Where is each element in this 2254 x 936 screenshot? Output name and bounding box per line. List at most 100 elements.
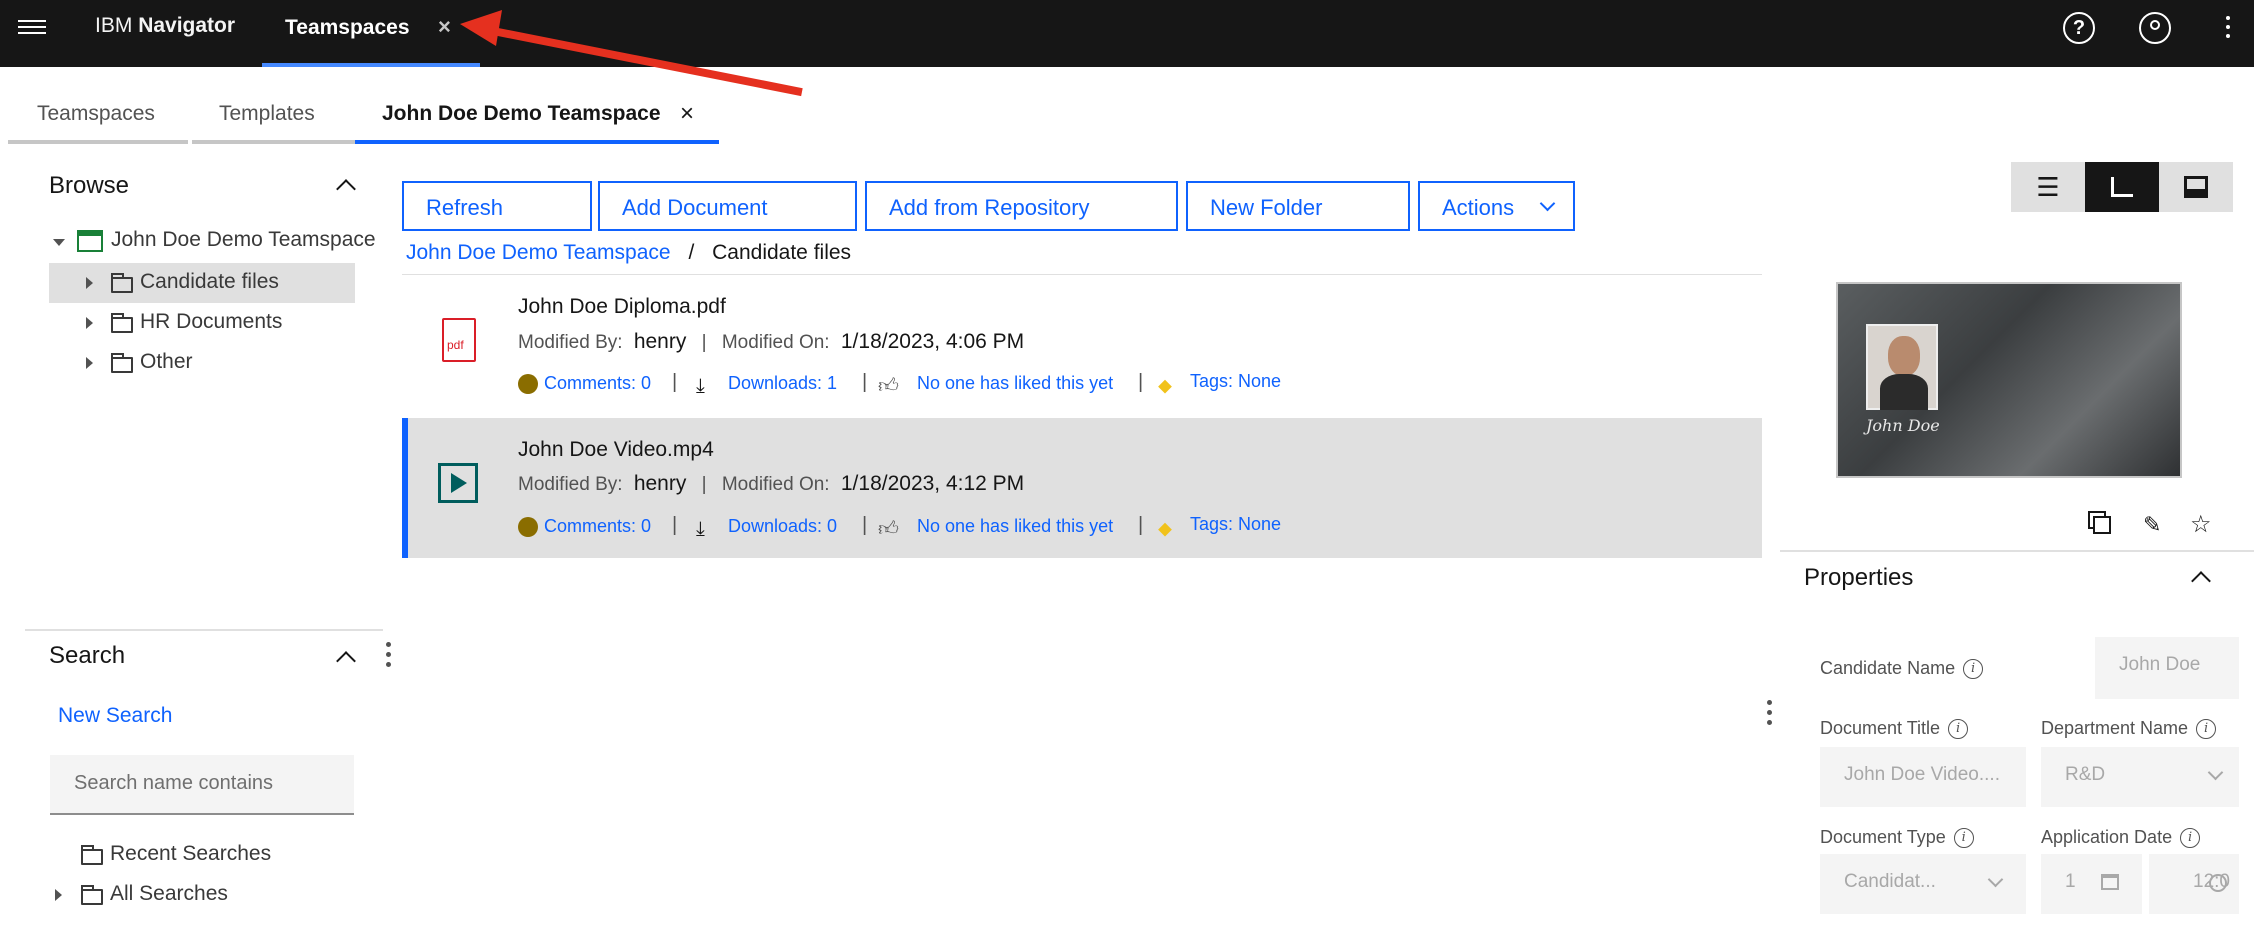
- subtab-label: John Doe Demo Teamspace: [382, 102, 661, 125]
- preview-thumbnail[interactable]: John Doe: [1836, 282, 2182, 478]
- application-time-field[interactable]: 12:0: [2149, 854, 2239, 914]
- expand-caret-icon[interactable]: [53, 239, 65, 246]
- button-label: Actions: [1442, 195, 1515, 220]
- tree-root-teamspace[interactable]: John Doe Demo Teamspace: [53, 228, 383, 258]
- tag-icon: ⬥: [1158, 375, 1172, 397]
- like-icon[interactable]: 👍︎: [878, 374, 899, 398]
- subtab-label: Teamspaces: [37, 102, 155, 125]
- document-type-dropdown[interactable]: Candidat...: [1820, 854, 2026, 914]
- document-title-label: Document Title i: [1820, 718, 1969, 740]
- search-overflow-icon[interactable]: [386, 642, 392, 667]
- candidate-name-field[interactable]: John Doe: [2095, 637, 2239, 699]
- info-icon[interactable]: i: [1948, 719, 1969, 740]
- expand-caret-icon[interactable]: [55, 889, 62, 901]
- tree-item-candidate-files[interactable]: Candidate files: [49, 263, 355, 303]
- expand-caret-icon[interactable]: [86, 317, 93, 329]
- application-date-field[interactable]: 1: [2041, 854, 2142, 914]
- button-label: Add from Repository: [889, 195, 1090, 220]
- all-searches-item[interactable]: All Searches: [55, 877, 335, 909]
- downloads-link[interactable]: Downloads: 1: [728, 373, 837, 394]
- file-metadata: Modified By: henry | Modified On: 1/18/2…: [518, 330, 1025, 353]
- modified-on-label: Modified On:: [721, 474, 830, 495]
- comment-icon: [518, 517, 538, 537]
- candidate-name-label: Candidate Name i: [1820, 658, 1984, 680]
- tab-teamspaces-label: Teamspaces: [285, 16, 410, 39]
- downloads-link[interactable]: Downloads: 0: [728, 516, 837, 537]
- clock-icon[interactable]: [2209, 874, 2227, 892]
- panel-divider: [25, 629, 383, 631]
- likes-link[interactable]: No one has liked this yet: [917, 373, 1113, 394]
- breadcrumb-root-link[interactable]: John Doe Demo Teamspace: [406, 241, 671, 264]
- collapse-chevron-icon[interactable]: [336, 179, 356, 199]
- tags-link[interactable]: Tags: None: [1190, 514, 1281, 535]
- file-row-video[interactable]: John Doe Video.mp4 Modified By: henry | …: [402, 418, 1762, 558]
- close-subtab-icon[interactable]: ×: [680, 100, 694, 128]
- subtab-john-doe-demo-teamspace[interactable]: John Doe Demo Teamspace ×: [355, 96, 719, 144]
- favorite-star-icon[interactable]: ☆: [2190, 510, 2212, 539]
- refresh-button[interactable]: Refresh: [402, 181, 592, 231]
- tags-link[interactable]: Tags: None: [1190, 371, 1281, 392]
- info-icon[interactable]: i: [2180, 828, 2201, 849]
- subtab-templates[interactable]: Templates: [192, 96, 358, 144]
- new-folder-button[interactable]: New Folder: [1186, 181, 1410, 231]
- file-name[interactable]: John Doe Diploma.pdf: [518, 295, 726, 319]
- copy-icon[interactable]: [2093, 516, 2111, 534]
- collapse-chevron-icon[interactable]: [336, 651, 356, 671]
- info-icon[interactable]: i: [2196, 719, 2217, 740]
- filmstrip-view-button[interactable]: [2159, 162, 2233, 212]
- property-label: Application Date: [2041, 827, 2173, 847]
- details-view-button[interactable]: [2085, 162, 2159, 212]
- top-navigation-bar: IBM Navigator Teamspaces × ?: [0, 0, 2254, 67]
- file-row-diploma[interactable]: pdf John Doe Diploma.pdf Modified By: he…: [402, 278, 1762, 418]
- divider: [1780, 550, 2254, 552]
- calendar-icon[interactable]: [2101, 874, 2119, 890]
- modified-on-value: 1/18/2023, 4:12 PM: [840, 472, 1025, 495]
- document-type-label: Document Type i: [1820, 827, 1974, 849]
- signature-image: John Doe: [1866, 416, 1940, 435]
- chevron-down-icon: [1539, 195, 1556, 212]
- likes-link[interactable]: No one has liked this yet: [917, 516, 1113, 537]
- search-input[interactable]: Search name contains: [50, 755, 354, 815]
- folder-icon: [81, 885, 103, 905]
- button-label: Add Document: [622, 195, 768, 220]
- recent-searches-item[interactable]: Recent Searches: [81, 837, 341, 869]
- comments-link[interactable]: Comments: 0: [544, 516, 651, 537]
- download-icon[interactable]: ⤓: [696, 518, 705, 541]
- add-document-button[interactable]: Add Document: [598, 181, 857, 231]
- info-icon[interactable]: i: [1953, 828, 1974, 849]
- application-date-label: Application Date i: [2041, 827, 2201, 849]
- search-title: Search: [49, 642, 126, 669]
- download-icon[interactable]: ⤓: [696, 375, 705, 398]
- comments-link[interactable]: Comments: 0: [544, 373, 651, 394]
- property-label: Document Type: [1820, 827, 1946, 847]
- details-view-icon: [2111, 177, 2133, 197]
- content-overflow-icon[interactable]: [1767, 700, 1773, 725]
- collapse-chevron-icon[interactable]: [2191, 571, 2211, 591]
- new-search-link[interactable]: New Search: [58, 704, 172, 728]
- add-from-repository-button[interactable]: Add from Repository: [865, 181, 1178, 231]
- field-value: Candidat...: [1844, 871, 1936, 892]
- close-tab-icon[interactable]: ×: [438, 14, 451, 40]
- actions-dropdown[interactable]: Actions: [1418, 181, 1575, 231]
- expand-caret-icon[interactable]: [86, 277, 93, 289]
- tree-item-other[interactable]: Other: [49, 343, 355, 383]
- app-brand[interactable]: IBM Navigator: [95, 14, 235, 38]
- user-profile-icon[interactable]: [2139, 12, 2171, 44]
- subtab-teamspaces[interactable]: Teamspaces: [8, 96, 188, 144]
- tree-item-hr-documents[interactable]: HR Documents: [49, 303, 355, 343]
- list-view-button[interactable]: ☰: [2011, 162, 2085, 212]
- document-title-field[interactable]: John Doe Video....: [1820, 747, 2026, 807]
- department-name-dropdown[interactable]: R&D: [2041, 747, 2239, 807]
- property-label: Department Name: [2041, 718, 2189, 738]
- overflow-menu-icon[interactable]: [2226, 16, 2232, 43]
- search-panel: Search New Search Search name contains R…: [25, 632, 383, 932]
- hamburger-menu-icon[interactable]: [18, 16, 46, 44]
- info-icon[interactable]: i: [1963, 659, 1984, 680]
- like-icon[interactable]: 👍︎: [878, 517, 899, 541]
- expand-caret-icon[interactable]: [86, 357, 93, 369]
- edit-icon[interactable]: ✎: [2143, 512, 2161, 538]
- file-name[interactable]: John Doe Video.mp4: [518, 438, 714, 462]
- help-icon[interactable]: ?: [2063, 12, 2095, 44]
- tab-teamspaces[interactable]: Teamspaces ×: [262, 0, 480, 67]
- tree-item-label: HR Documents: [140, 310, 283, 333]
